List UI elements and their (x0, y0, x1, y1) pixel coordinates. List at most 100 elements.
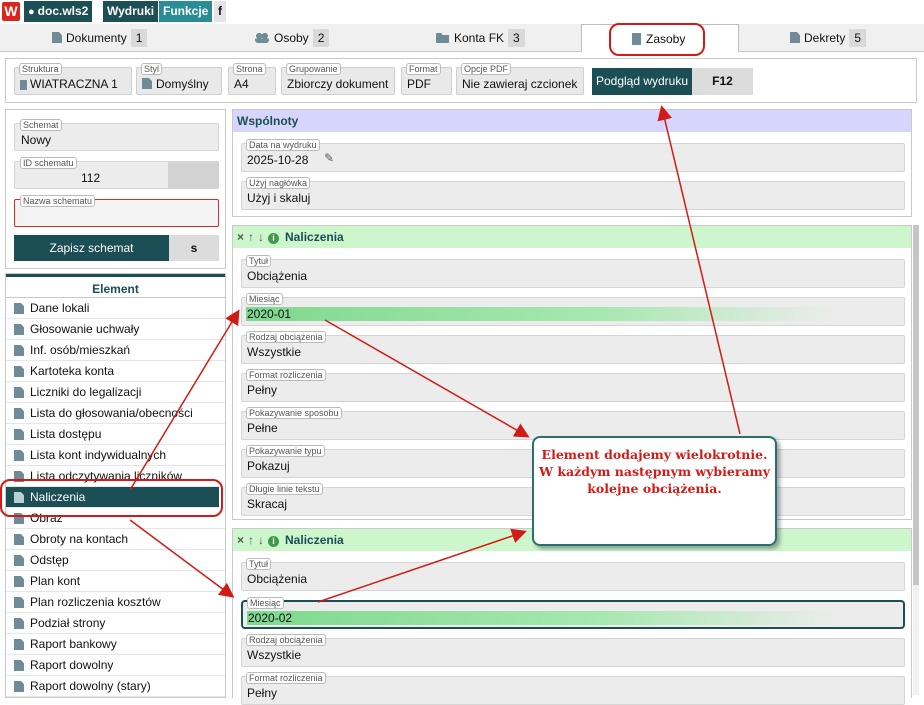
f-button[interactable]: f (214, 1, 226, 22)
naliczenia-field[interactable]: Format rozliczenia Pełny (241, 369, 905, 402)
element-list-item-label: Lista do głosowania/obecności (30, 406, 193, 420)
schemat-select[interactable]: Schemat Nowy (14, 119, 219, 151)
naliczenia-field-value: Pełny (247, 383, 278, 397)
element-list-item-label: Dane lokali (30, 301, 90, 315)
naliczenia-field-value: Pokazuj (247, 459, 290, 473)
naliczenia-field[interactable]: Tytuł Obciążenia (241, 255, 905, 288)
styl-label: Styl (141, 63, 163, 75)
element-list-item-label: Lista dostępu (30, 427, 102, 441)
doc-button[interactable]: ● doc.wls2 (24, 1, 93, 22)
struktura-select[interactable]: Struktura WIATRACZNA 1 (14, 63, 132, 95)
element-list-item[interactable]: Odstęp (6, 550, 225, 571)
schemat-value: Nowy (21, 133, 52, 147)
element-list-item[interactable]: Plan rozliczenia kosztów (6, 592, 225, 613)
date-field[interactable]: Data na wydruku 2025-10-28 ✎ (241, 139, 905, 172)
element-list-item[interactable]: Głosowanie uchwały (6, 319, 225, 340)
styl-select[interactable]: Styl Domyślny (136, 63, 222, 95)
f12-shortcut-button[interactable]: F12 (692, 68, 753, 95)
grupowanie-select[interactable]: Grupowanie Zbiorczy dokument (281, 63, 395, 95)
arrow-up-icon[interactable]: ↑ (248, 226, 254, 248)
element-list-item[interactable]: Plan kont (6, 571, 225, 592)
element-list-item[interactable]: Inf. osób/mieszkań (6, 340, 225, 361)
naliczenia-field[interactable]: Format rozliczenia Pełny (241, 672, 905, 705)
tab-dekrety[interactable]: Dekrety 5 (790, 24, 867, 52)
naliczenia-field-value: 2020-02 (247, 611, 837, 625)
building-icon (20, 80, 27, 90)
save-schema-button[interactable]: Zapisz schemat (14, 235, 169, 261)
tab-label: Konta FK (454, 31, 505, 45)
doc-icon (14, 324, 24, 335)
scrollbar-thumb[interactable] (913, 225, 919, 585)
element-list-item[interactable]: Kartoteka konta (6, 361, 225, 382)
grupowanie-value: Zbiorczy dokument (287, 77, 389, 91)
right-scrollbar[interactable] (913, 225, 919, 695)
strona-select[interactable]: Strona A4 (228, 63, 276, 95)
tab-konta-fk[interactable]: Konta FK 3 (436, 24, 525, 52)
close-icon[interactable]: × (237, 529, 244, 551)
wspolnoty-panel: Wspólnoty Data na wydruku 2025-10-28 ✎ Uży… (232, 109, 912, 217)
doc-icon (14, 387, 24, 398)
annotation-zasoby-highlight (609, 23, 705, 56)
tab-dokumenty[interactable]: Dokumenty 1 (52, 24, 148, 52)
element-list-item-label: Odstęp (30, 553, 69, 567)
naliczenia-field-label: Tytuł (246, 558, 272, 570)
naliczenia-field-label: Format rozliczenia (246, 672, 326, 684)
naliczenia-field[interactable]: Miesiąc 2020-02 (241, 597, 905, 629)
doc-icon (14, 450, 24, 461)
element-list-item[interactable]: Raport bankowy (6, 634, 225, 655)
element-list-item-label: Plan kont (30, 574, 81, 588)
element-list-item[interactable]: Liczniki do legalizacji (6, 382, 225, 403)
element-list-item-label: Plan rozliczenia kosztów (30, 595, 161, 609)
naliczenia-field-label: Pokazywanie sposobu (246, 407, 342, 419)
element-list-item[interactable]: Raport dowolny (6, 655, 225, 676)
edit-pencil-icon[interactable]: ✎ (324, 151, 334, 165)
doc-label: doc.wls2 (37, 4, 89, 18)
naliczenia-field[interactable]: Tytuł Obciążenia (241, 558, 905, 591)
doc-icon (14, 555, 24, 566)
wydruki-button[interactable]: Wydruki (103, 1, 159, 22)
element-list-item[interactable]: Obroty na kontach (6, 529, 225, 550)
element-list-item[interactable]: Podział strony (6, 613, 225, 634)
element-list-item[interactable]: Dane lokali (6, 298, 225, 319)
struktura-label: Struktura (19, 63, 62, 75)
naliczenia-field[interactable]: Miesiąc 2020-01 (241, 293, 905, 326)
element-list-item[interactable]: Lista do głosowania/obecności (6, 403, 225, 424)
element-list-item-label: Obroty na kontach (30, 532, 129, 546)
s-shortcut-button[interactable]: s (169, 235, 219, 261)
naliczenia-header-1: × ↑ ↓ i Naliczenia (233, 226, 911, 248)
preview-button[interactable]: Podgląd wydruku (592, 68, 692, 95)
info-icon[interactable]: i (268, 536, 280, 547)
annotation-callout: Element dodajemy wielokrotnie. W każdym … (532, 436, 777, 546)
schema-panel: Schemat Nowy ID schematu 112 Nazwa schemat… (5, 109, 226, 269)
arrow-down-icon[interactable]: ↓ (258, 226, 264, 248)
tab-number: 1 (130, 29, 148, 47)
styl-value: Domyślny (156, 77, 209, 91)
element-list-item-label: Inf. osób/mieszkań (30, 343, 131, 357)
naliczenia-field-label: Miesiąc (247, 597, 284, 609)
opcje-pdf-select[interactable]: Opcje PDF Nie zawieraj czcionek (456, 63, 584, 95)
naliczenia-field-value: Obciążenia (247, 269, 308, 283)
naliczenia-field[interactable]: Rodzaj obciążenia Wszystkie (241, 331, 905, 364)
funkcje-button[interactable]: Funkcje (159, 1, 213, 22)
close-icon[interactable]: × (237, 226, 244, 248)
info-icon[interactable]: i (268, 233, 280, 244)
id-schematu-field[interactable]: ID schematu 112 (14, 157, 219, 189)
element-list-item[interactable]: Lista dostępu (6, 424, 225, 445)
folder-icon (436, 33, 449, 43)
tab-osoby[interactable]: Osoby 2 (255, 24, 330, 52)
format-select[interactable]: Format PDF (401, 63, 452, 95)
nazwa-schematu-input[interactable]: Nazwa schematu (14, 195, 219, 227)
arrow-up-icon[interactable]: ↑ (248, 529, 254, 551)
naliczenia-field[interactable]: Rodzaj obciążenia Wszystkie (241, 634, 905, 667)
arrow-down-icon[interactable]: ↓ (258, 529, 264, 551)
header-usage-field[interactable]: Użyj nagłówka Użyj i skaluj (241, 177, 905, 210)
doc-icon (790, 32, 800, 43)
date-label: Data na wydruku (246, 139, 320, 151)
doc-icon (14, 576, 24, 587)
strona-value: A4 (234, 77, 249, 91)
element-list-item[interactable]: Lista kont indywidualnych (6, 445, 225, 466)
element-list-item[interactable]: Raport dowolny (stary) (6, 676, 225, 697)
id-schematu-side (168, 162, 219, 188)
doc-icon (14, 345, 24, 356)
format-label: Format (406, 63, 441, 75)
